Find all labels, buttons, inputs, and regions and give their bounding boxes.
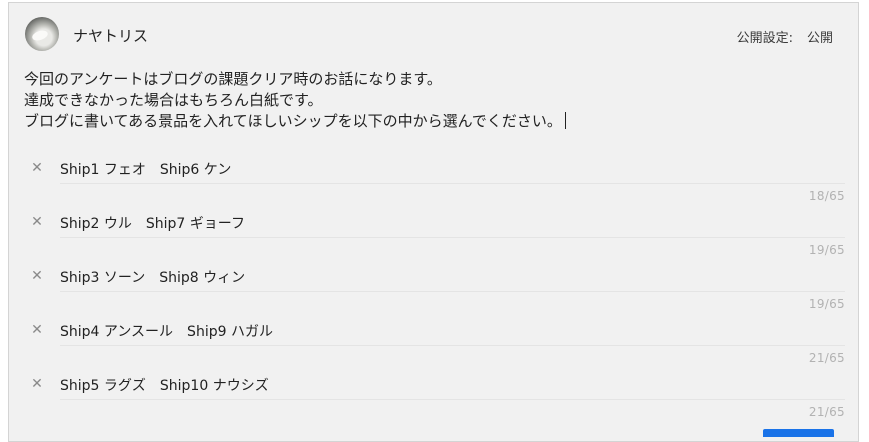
text-caret <box>564 112 566 129</box>
poll-option: ✕ Ship2 ウル Ship7 ギョーフ 19/65 <box>9 210 860 264</box>
input-underline <box>60 183 845 184</box>
input-underline <box>60 291 845 292</box>
poll-option-input[interactable]: Ship4 アンスール Ship9 ハガル <box>60 321 273 341</box>
poll-option-input[interactable]: Ship1 フェオ Ship6 ケン <box>60 159 231 179</box>
character-count: 19/65 <box>808 297 845 311</box>
poll-option: ✕ Ship4 アンスール Ship9 ハガル 21/65 <box>9 318 860 372</box>
input-underline <box>60 345 845 346</box>
post-body-line: 今回のアンケートはブログの課題クリア時のお話になります。 <box>24 70 442 88</box>
close-icon[interactable]: ✕ <box>29 268 45 284</box>
poll-option-input[interactable]: Ship2 ウル Ship7 ギョーフ <box>60 213 245 233</box>
character-count: 19/65 <box>808 243 845 257</box>
post-body-line: ブログに書いてある景品を入れてほしいシップを以下の中から選んでください。 <box>24 111 566 132</box>
poll-option: ✕ Ship1 フェオ Ship6 ケン 18/65 <box>9 156 860 210</box>
input-underline <box>60 399 845 400</box>
post-button[interactable] <box>763 429 834 437</box>
poll-option: ✕ Ship3 ソーン Ship8 ウィン 19/65 <box>9 264 860 318</box>
close-icon[interactable]: ✕ <box>29 214 45 230</box>
post-body-line: 達成できなかった場合はもちろん白紙です。 <box>24 91 323 109</box>
avatar <box>25 17 59 51</box>
close-icon[interactable]: ✕ <box>29 160 45 176</box>
visibility-value[interactable]: 公開 <box>807 31 833 46</box>
close-icon[interactable]: ✕ <box>29 376 45 392</box>
poll-option: ✕ Ship5 ラグズ Ship10 ナウシズ 21/65 <box>9 372 860 426</box>
post-body-input[interactable]: 今回のアンケートはブログの課題クリア時のお話になります。 達成できなかった場合は… <box>24 69 566 132</box>
visibility-label: 公開設定: <box>736 31 793 46</box>
poll-option-input[interactable]: Ship5 ラグズ Ship10 ナウシズ <box>60 375 269 395</box>
input-underline <box>60 237 845 238</box>
visibility-setting[interactable]: 公開設定: 公開 <box>737 27 833 46</box>
character-count: 21/65 <box>808 405 845 419</box>
author-name: ナヤトリス <box>73 27 149 45</box>
close-icon[interactable]: ✕ <box>29 322 45 338</box>
poll-option-input[interactable]: Ship3 ソーン Ship8 ウィン <box>60 267 245 287</box>
post-editor-card: ナヤトリス 公開設定: 公開 今回のアンケートはブログの課題クリア時のお話になりま… <box>8 2 859 442</box>
character-count: 18/65 <box>808 189 845 203</box>
character-count: 21/65 <box>808 351 845 365</box>
